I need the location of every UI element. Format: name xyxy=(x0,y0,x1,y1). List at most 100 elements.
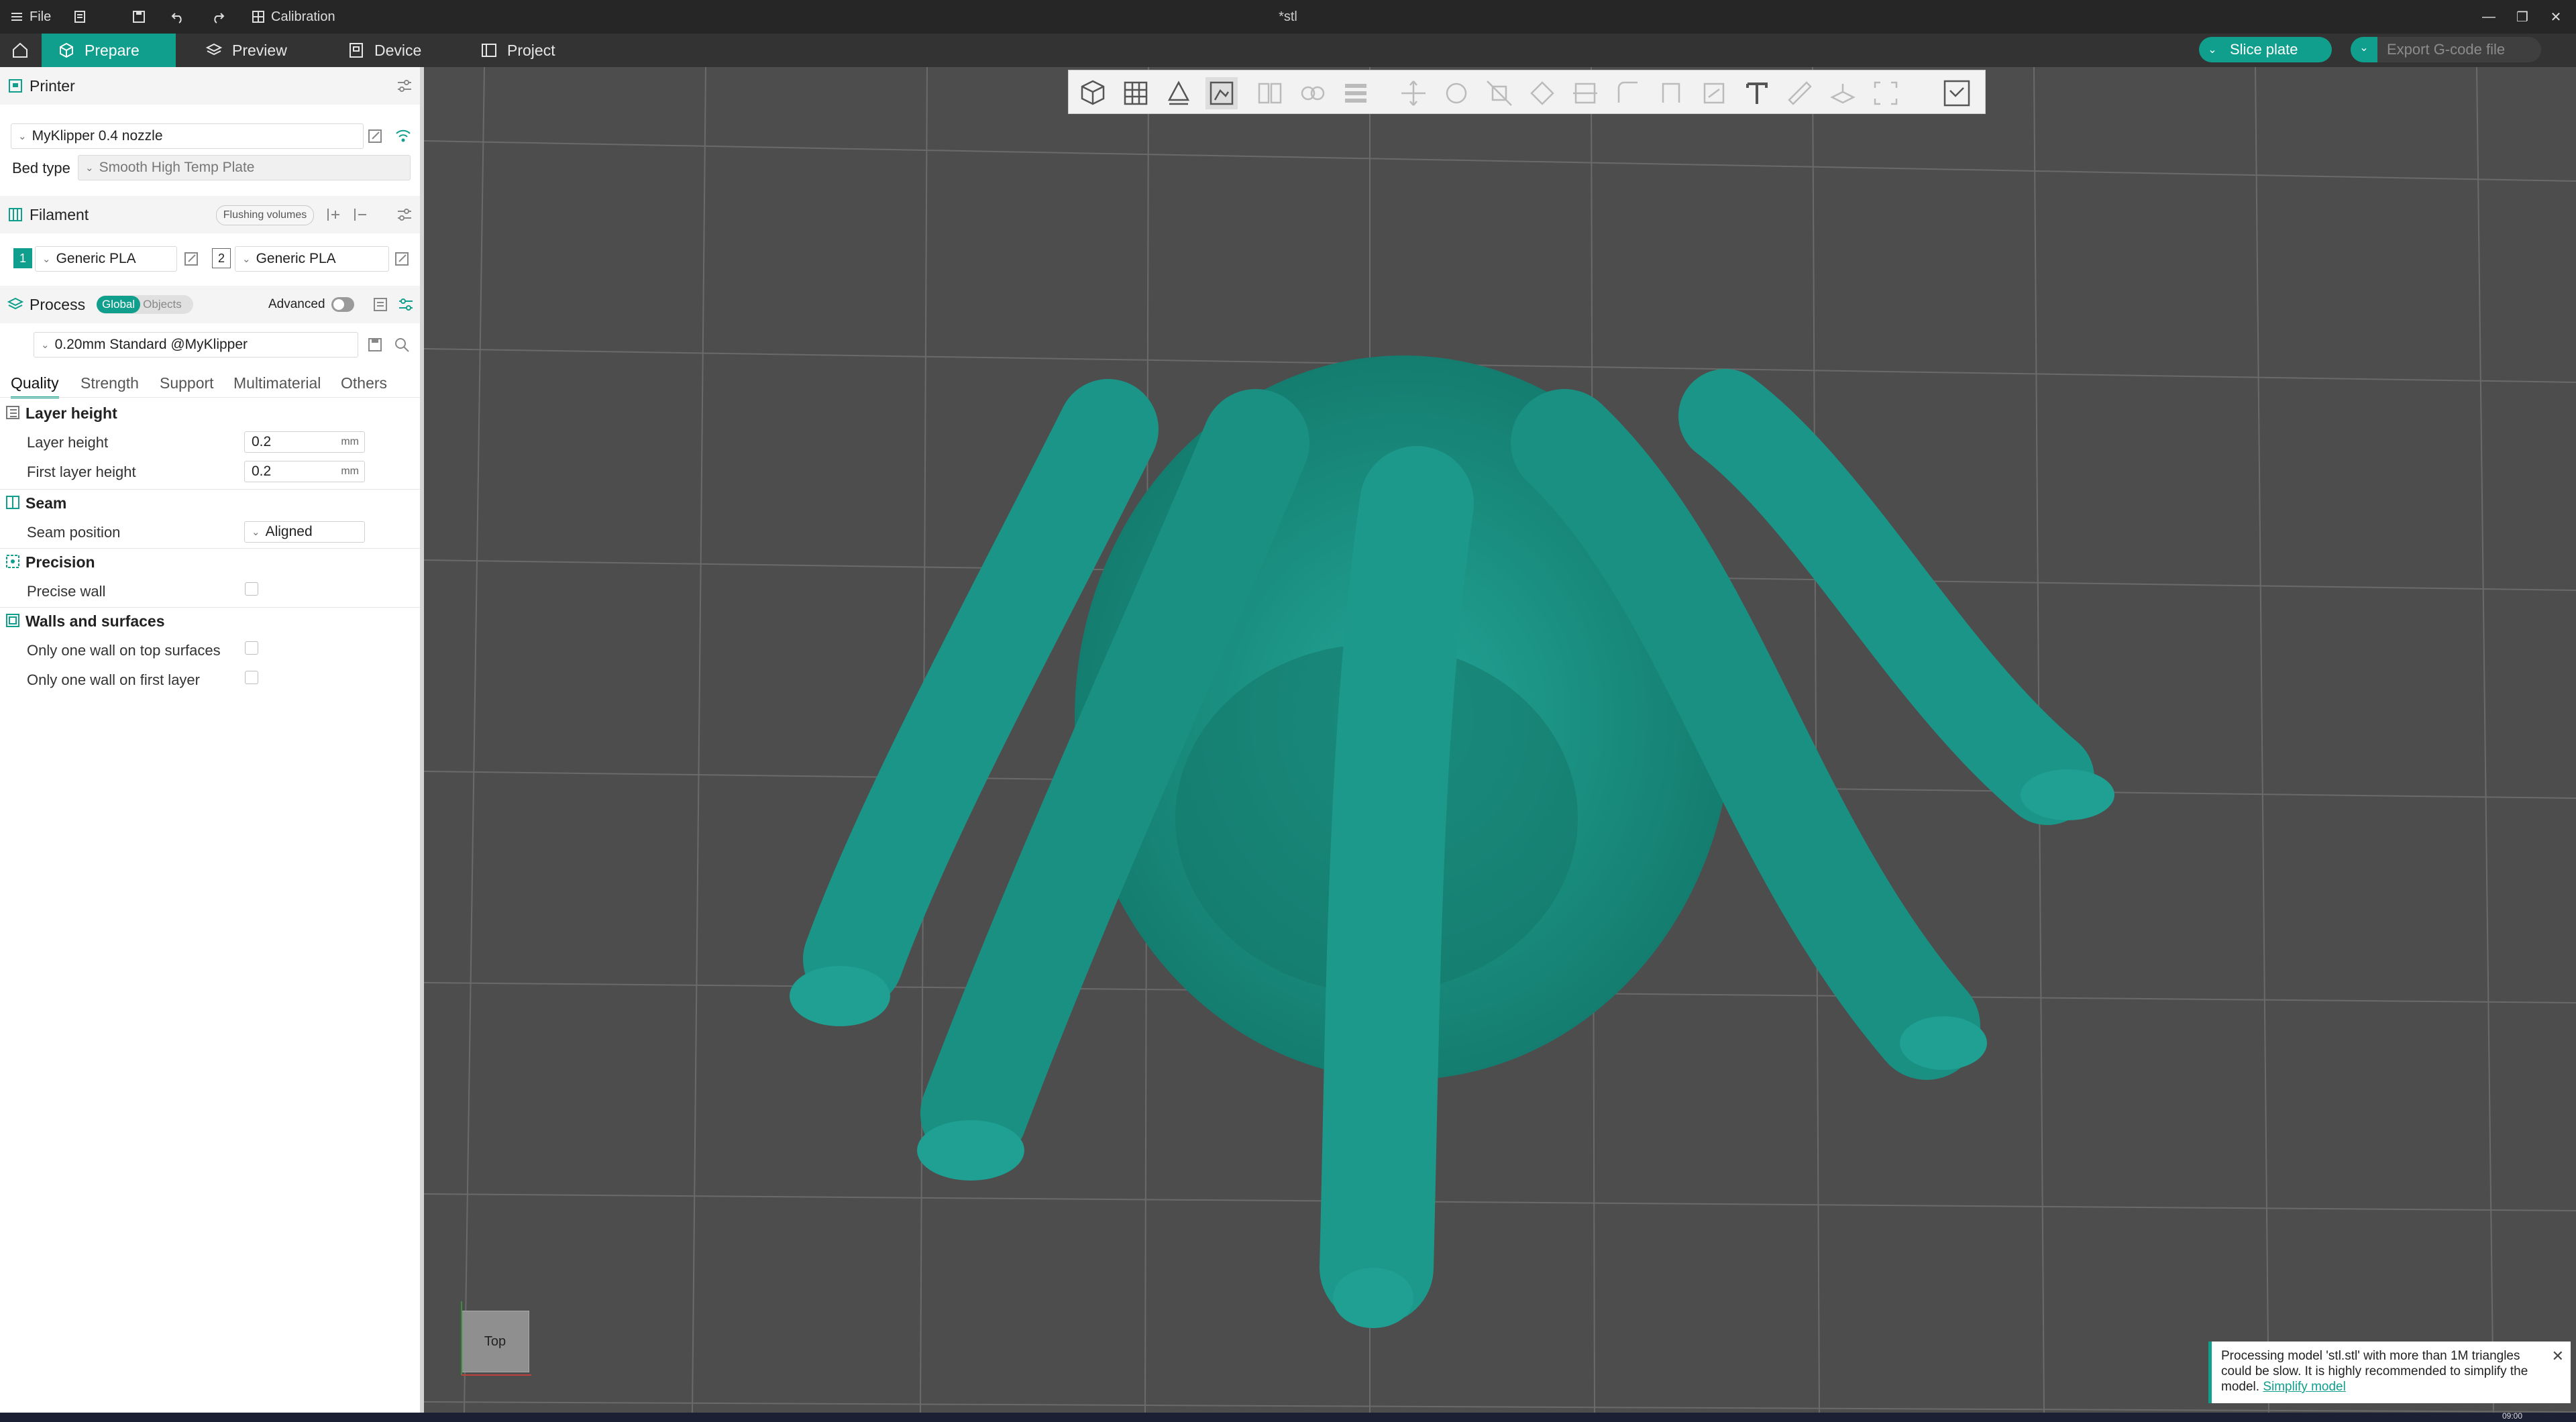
objects-toggle-option[interactable]: Objects xyxy=(140,298,182,311)
text-tool-icon[interactable] xyxy=(1741,77,1773,109)
save-preset-icon[interactable] xyxy=(366,336,384,353)
tab-support[interactable]: Support xyxy=(160,370,214,396)
tab-device[interactable]: Device xyxy=(331,34,445,67)
bed-type-value: Smooth High Temp Plate xyxy=(99,160,255,175)
first-layer-height-label: First layer height xyxy=(27,463,136,480)
tab-others[interactable]: Others xyxy=(341,370,387,396)
layer-height-group-title: Layer height xyxy=(25,404,117,422)
arrange-grid-icon[interactable] xyxy=(1120,77,1152,109)
flushing-volumes-button[interactable]: Flushing volumes xyxy=(216,205,314,225)
split-parts-icon[interactable] xyxy=(1297,77,1329,109)
search-icon[interactable] xyxy=(393,336,411,353)
wifi-icon[interactable] xyxy=(394,127,412,145)
home-button[interactable] xyxy=(0,34,40,67)
split-objects-icon[interactable] xyxy=(1254,77,1286,109)
project-icon xyxy=(482,44,496,57)
chevron-down-icon: ⌄ xyxy=(85,162,94,174)
tab-multimaterial[interactable]: Multimaterial xyxy=(233,370,321,396)
edit-icon[interactable] xyxy=(182,250,200,268)
chevron-down-icon: ⌄ xyxy=(252,527,260,538)
os-taskbar: 09:00 xyxy=(0,1411,2576,1422)
rotate-icon[interactable] xyxy=(1440,77,1472,109)
tab-project[interactable]: Project xyxy=(464,34,585,67)
advanced-toggle[interactable] xyxy=(331,297,354,312)
move-icon[interactable] xyxy=(1397,77,1430,109)
settings-sidebar: Printer ⌄ MyKlipper 0.4 nozzle Bed type … xyxy=(0,67,443,1413)
chevron-down-icon: ⌄ xyxy=(42,254,51,265)
process-section-header[interactable]: Process Global Objects Advanced xyxy=(0,286,420,323)
edit-icon[interactable] xyxy=(393,250,411,268)
slice-plate-button[interactable]: ⌄ Slice plate xyxy=(2199,37,2332,62)
tab-prepare[interactable]: Prepare xyxy=(42,34,176,67)
chevron-down-icon: ⌄ xyxy=(18,131,27,142)
layer-height-value: 0.2 xyxy=(252,434,272,449)
one-wall-top-checkbox[interactable] xyxy=(245,641,258,655)
add-filament-icon[interactable] xyxy=(325,206,342,223)
cut-icon[interactable] xyxy=(1569,77,1601,109)
seam-position-value: Aligned xyxy=(265,524,313,539)
support-painting-icon[interactable] xyxy=(1655,77,1687,109)
remove-filament-icon[interactable] xyxy=(352,206,369,223)
edit-icon[interactable] xyxy=(366,127,384,145)
scale-icon[interactable] xyxy=(1483,77,1515,109)
file-menu[interactable]: File xyxy=(9,0,51,34)
tab-strength[interactable]: Strength xyxy=(80,370,139,396)
3d-viewport[interactable]: Top Processing model 'stl.stl' with more… xyxy=(424,67,2576,1413)
filament-index-badge: 1 xyxy=(13,248,32,268)
tab-device-label: Device xyxy=(374,41,422,59)
first-layer-height-input[interactable]: 0.2 mm xyxy=(244,461,365,482)
settings-sliders-icon[interactable] xyxy=(396,77,413,95)
printer-select[interactable]: ⌄ MyKlipper 0.4 nozzle xyxy=(11,123,364,149)
compare-presets-icon[interactable] xyxy=(372,296,389,313)
filament-section-header[interactable]: Filament Flushing volumes xyxy=(0,196,420,233)
calibration-menu[interactable]: Calibration xyxy=(251,0,335,34)
tab-preview-label: Preview xyxy=(232,41,287,59)
process-layers-icon xyxy=(7,297,24,310)
lay-on-face-icon[interactable] xyxy=(1526,77,1558,109)
plate-arrange-icon[interactable] xyxy=(1941,77,1973,109)
one-wall-first-checkbox[interactable] xyxy=(245,671,258,684)
close-window-icon[interactable]: ✕ xyxy=(2536,0,2576,34)
filament-select[interactable]: ⌄ Generic PLA xyxy=(35,246,177,272)
add-cube-icon[interactable] xyxy=(1077,77,1109,109)
undo-icon[interactable] xyxy=(170,0,185,34)
seam-painting-icon[interactable] xyxy=(1698,77,1730,109)
slice-plate-label: Slice plate xyxy=(2230,41,2298,58)
tab-preview[interactable]: Preview xyxy=(189,34,310,67)
auto-orient-icon[interactable] xyxy=(1163,77,1195,109)
settings-sliders-icon[interactable] xyxy=(396,206,413,223)
filament-icon xyxy=(9,208,22,221)
close-icon[interactable]: ✕ xyxy=(2552,1348,2564,1364)
device-icon xyxy=(350,43,363,58)
simplify-model-link[interactable]: Simplify model xyxy=(2263,1380,2346,1394)
bed-type-label: Bed type xyxy=(12,160,70,176)
global-objects-toggle[interactable]: Global Objects xyxy=(97,295,193,314)
process-settings-icon[interactable] xyxy=(397,296,415,313)
redo-icon[interactable] xyxy=(211,0,225,34)
measure-icon[interactable] xyxy=(1784,77,1816,109)
export-gcode-button[interactable]: ⌄ Export G-code file xyxy=(2351,37,2541,62)
plate-view-icon[interactable] xyxy=(1205,77,1238,109)
precise-wall-checkbox[interactable] xyxy=(245,582,258,596)
tab-quality[interactable]: Quality xyxy=(11,370,59,398)
model-tentacles[interactable] xyxy=(424,67,2576,1413)
printer-section-header[interactable]: Printer xyxy=(0,67,420,105)
layer-height-input[interactable]: 0.2 mm xyxy=(244,431,365,453)
mesh-boolean-icon[interactable] xyxy=(1612,77,1644,109)
bed-type-select[interactable]: ⌄ Smooth High Temp Plate xyxy=(78,155,411,180)
assembly-icon[interactable] xyxy=(1827,77,1859,109)
open-icon[interactable] xyxy=(72,0,87,34)
chevron-down-icon[interactable]: ⌄ xyxy=(2199,43,2226,56)
global-toggle-option[interactable]: Global xyxy=(97,296,141,313)
chevron-down-icon: ⌄ xyxy=(242,254,251,265)
layers-editing-icon[interactable] xyxy=(1340,77,1372,109)
fit-view-icon[interactable] xyxy=(1870,77,1902,109)
filament-select[interactable]: ⌄ Generic PLA xyxy=(235,246,389,272)
save-icon[interactable] xyxy=(131,0,146,34)
walls-group-title: Walls and surfaces xyxy=(25,612,165,630)
process-preset-select[interactable]: ⌄ 0.20mm Standard @MyKlipper xyxy=(34,332,358,358)
seam-position-select[interactable]: ⌄ Aligned xyxy=(244,521,365,543)
file-label: File xyxy=(30,9,52,24)
seam-position-label: Seam position xyxy=(27,524,121,541)
chevron-down-icon[interactable]: ⌄ xyxy=(2351,37,2377,62)
